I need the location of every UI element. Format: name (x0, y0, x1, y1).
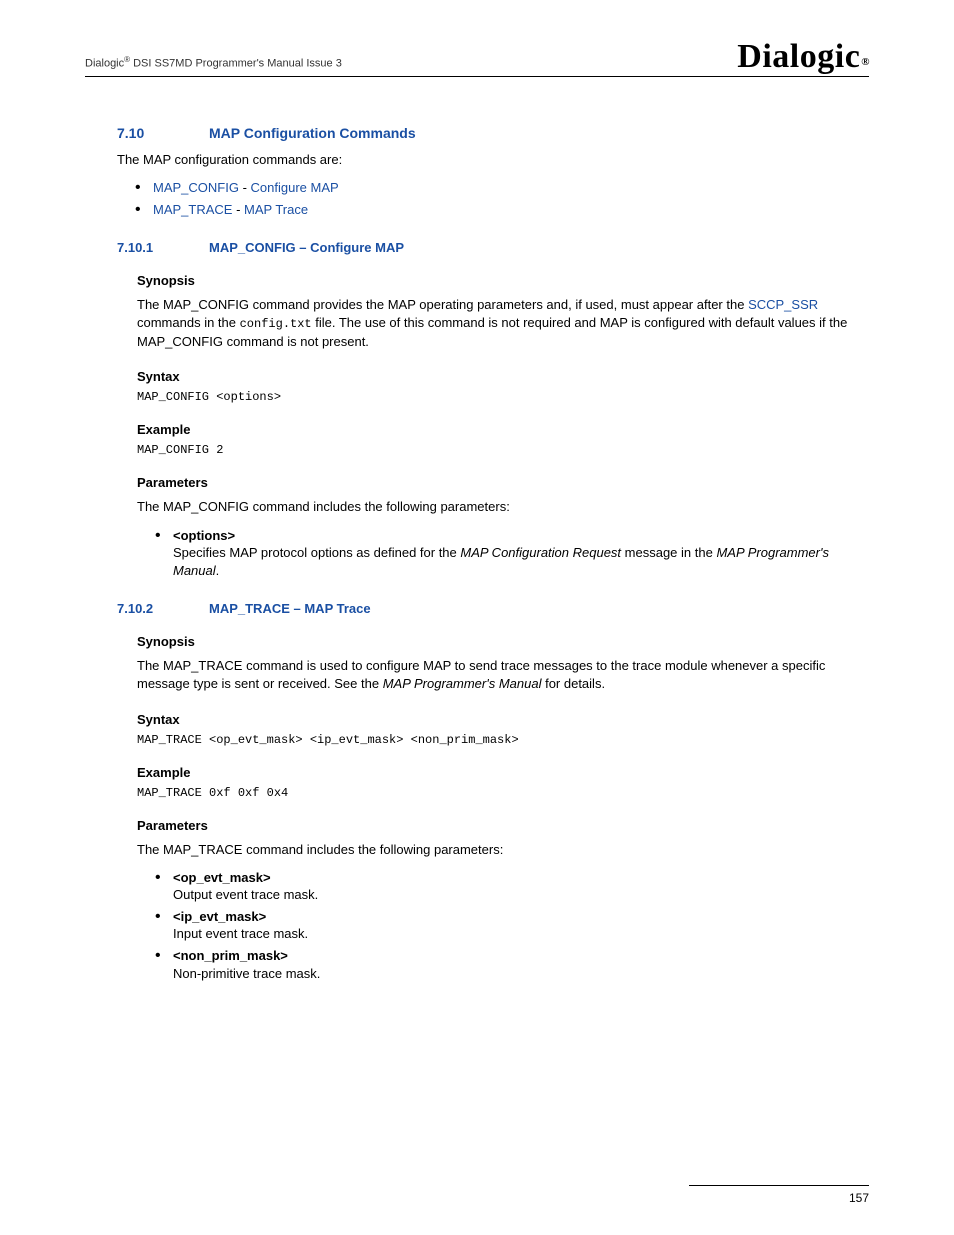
param-desc: Specifies MAP protocol options as define… (173, 545, 829, 578)
section-title: MAP_TRACE – MAP Trace (209, 601, 371, 616)
example-heading: Example (137, 765, 869, 780)
list-item: MAP_TRACE - MAP Trace (135, 201, 869, 219)
synopsis-heading: Synopsis (137, 273, 869, 288)
parameter-list: <options> Specifies MAP protocol options… (155, 527, 869, 580)
parameters-heading: Parameters (137, 475, 869, 490)
page-footer: 157 (85, 1185, 869, 1205)
synopsis-text: The MAP_TRACE command is used to configu… (137, 657, 869, 693)
example-heading: Example (137, 422, 869, 437)
syntax-heading: Syntax (137, 712, 869, 727)
param-desc: Input event trace mask. (173, 926, 308, 941)
header-doc-title: Dialogic® DSI SS7MD Programmer's Manual … (85, 55, 342, 74)
section-heading-7-10-1: 7.10.1 MAP_CONFIG – Configure MAP (117, 240, 869, 255)
param-name: <options> (173, 528, 235, 543)
dialogic-logo: Dialogic® (737, 40, 869, 74)
parameter-list: <op_evt_mask> Output event trace mask. <… (155, 869, 869, 982)
link-map-config[interactable]: MAP_CONFIG (153, 180, 239, 195)
list-item: <op_evt_mask> Output event trace mask. (155, 869, 869, 904)
link-sccp-ssr[interactable]: SCCP_SSR (748, 297, 818, 312)
list-item: <ip_evt_mask> Input event trace mask. (155, 908, 869, 943)
syntax-code: MAP_TRACE <op_evt_mask> <ip_evt_mask> <n… (137, 733, 869, 747)
section-heading-7-10-2: 7.10.2 MAP_TRACE – MAP Trace (117, 601, 869, 616)
section-number: 7.10.1 (117, 240, 209, 255)
link-map-trace-desc[interactable]: MAP Trace (244, 202, 308, 217)
section-number: 7.10 (117, 125, 209, 141)
param-desc: Output event trace mask. (173, 887, 318, 902)
synopsis-heading: Synopsis (137, 634, 869, 649)
param-desc: Non-primitive trace mask. (173, 966, 320, 981)
example-code: MAP_TRACE 0xf 0xf 0x4 (137, 786, 869, 800)
synopsis-text: The MAP_CONFIG command provides the MAP … (137, 296, 869, 351)
syntax-code: MAP_CONFIG <options> (137, 390, 869, 404)
example-code: MAP_CONFIG 2 (137, 443, 869, 457)
list-item: <options> Specifies MAP protocol options… (155, 527, 869, 580)
param-name: <non_prim_mask> (173, 948, 288, 963)
parameters-heading: Parameters (137, 818, 869, 833)
section-title: MAP_CONFIG – Configure MAP (209, 240, 404, 255)
page-header: Dialogic® DSI SS7MD Programmer's Manual … (85, 40, 869, 77)
list-item: <non_prim_mask> Non-primitive trace mask… (155, 947, 869, 982)
param-name: <op_evt_mask> (173, 870, 271, 885)
parameters-intro: The MAP_CONFIG command includes the foll… (137, 498, 869, 516)
section-title: MAP Configuration Commands (209, 125, 416, 141)
list-item: MAP_CONFIG - Configure MAP (135, 179, 869, 197)
link-map-trace[interactable]: MAP_TRACE (153, 202, 232, 217)
intro-text: The MAP configuration commands are: (117, 151, 869, 169)
command-list: MAP_CONFIG - Configure MAP MAP_TRACE - M… (135, 179, 869, 218)
page-content: 7.10 MAP Configuration Commands The MAP … (85, 125, 869, 982)
section-heading-7-10: 7.10 MAP Configuration Commands (117, 125, 869, 141)
param-name: <ip_evt_mask> (173, 909, 266, 924)
section-number: 7.10.2 (117, 601, 209, 616)
parameters-intro: The MAP_TRACE command includes the follo… (137, 841, 869, 859)
footer-rule (689, 1185, 869, 1186)
syntax-heading: Syntax (137, 369, 869, 384)
link-configure-map[interactable]: Configure MAP (251, 180, 339, 195)
page-number: 157 (849, 1191, 869, 1205)
